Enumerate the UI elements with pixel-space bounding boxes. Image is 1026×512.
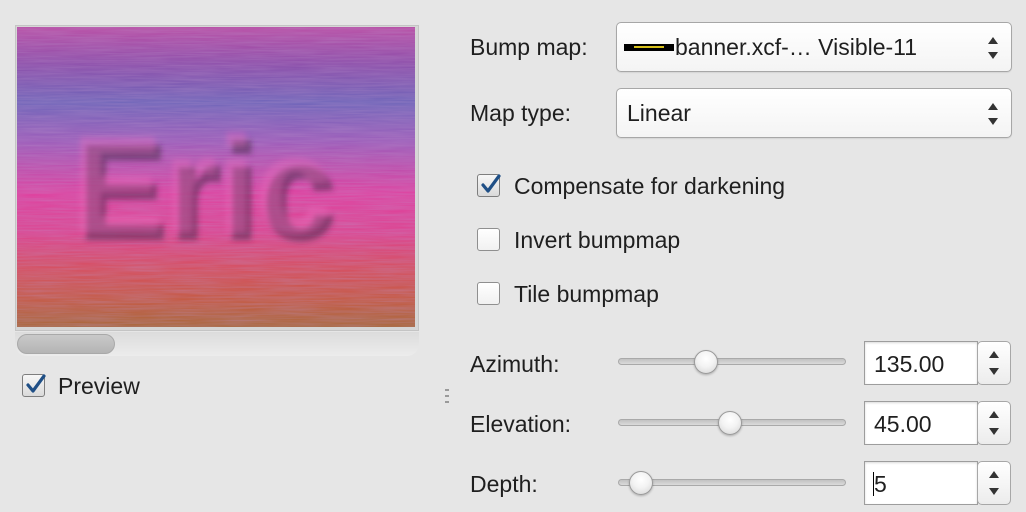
text-caret (873, 472, 874, 496)
select-arrows-icon (986, 35, 1000, 61)
elevation-spinbox-field[interactable]: 45.00 (864, 401, 978, 445)
azimuth-spinbox-field[interactable]: 135.00 (864, 341, 978, 385)
preview-image[interactable]: Eric Eric (17, 27, 415, 327)
stepper-arrows-icon (989, 411, 999, 435)
compensate-darkening-label: Compensate for darkening (514, 173, 786, 199)
depth-value: 5 (874, 471, 887, 497)
map-type-select[interactable]: Linear (616, 88, 1012, 138)
azimuth-label: Azimuth: (470, 351, 560, 377)
layer-thumbnail-icon (624, 44, 674, 51)
azimuth-value: 135.00 (874, 351, 945, 377)
checkmark-icon (26, 374, 46, 393)
checkmark-icon (481, 174, 501, 193)
depth-spinbox-field[interactable]: 5 (864, 461, 978, 505)
bump-map-value: banner.xcf-… Visible-11 (675, 34, 918, 60)
pane-divider-grip[interactable] (443, 388, 451, 404)
bump-map-select[interactable]: banner.xcf-… Visible-11 (616, 22, 1012, 72)
select-arrows-icon (986, 101, 1000, 127)
bump-map-label: Bump map: (470, 34, 588, 60)
elevation-stepper[interactable] (977, 401, 1011, 445)
stepper-arrows-icon (989, 471, 999, 495)
compensate-darkening-checkbox[interactable] (477, 174, 501, 197)
depth-stepper[interactable] (977, 461, 1011, 505)
depth-slider-knob[interactable] (629, 471, 653, 495)
azimuth-slider-knob[interactable] (694, 350, 718, 374)
stepper-arrows-icon (989, 351, 999, 375)
preview-text-highlight: Eric (71, 108, 332, 262)
azimuth-slider-track[interactable] (618, 358, 846, 365)
invert-bumpmap-label: Invert bumpmap (514, 227, 681, 253)
tile-bumpmap-label: Tile bumpmap (514, 281, 659, 307)
preview-scrollbar-thumb[interactable] (17, 334, 115, 354)
map-type-label: Map type: (470, 100, 571, 126)
elevation-value: 45.00 (874, 411, 932, 437)
azimuth-stepper[interactable] (977, 341, 1011, 385)
depth-label: Depth: (470, 471, 538, 497)
tile-bumpmap-checkbox[interactable] (477, 282, 500, 305)
preview-checkbox[interactable] (22, 374, 46, 397)
invert-bumpmap-checkbox[interactable] (477, 228, 500, 251)
preview-label: Preview (58, 373, 140, 399)
elevation-label: Elevation: (470, 411, 572, 437)
map-type-value: Linear (627, 100, 691, 126)
elevation-slider-knob[interactable] (718, 411, 742, 435)
